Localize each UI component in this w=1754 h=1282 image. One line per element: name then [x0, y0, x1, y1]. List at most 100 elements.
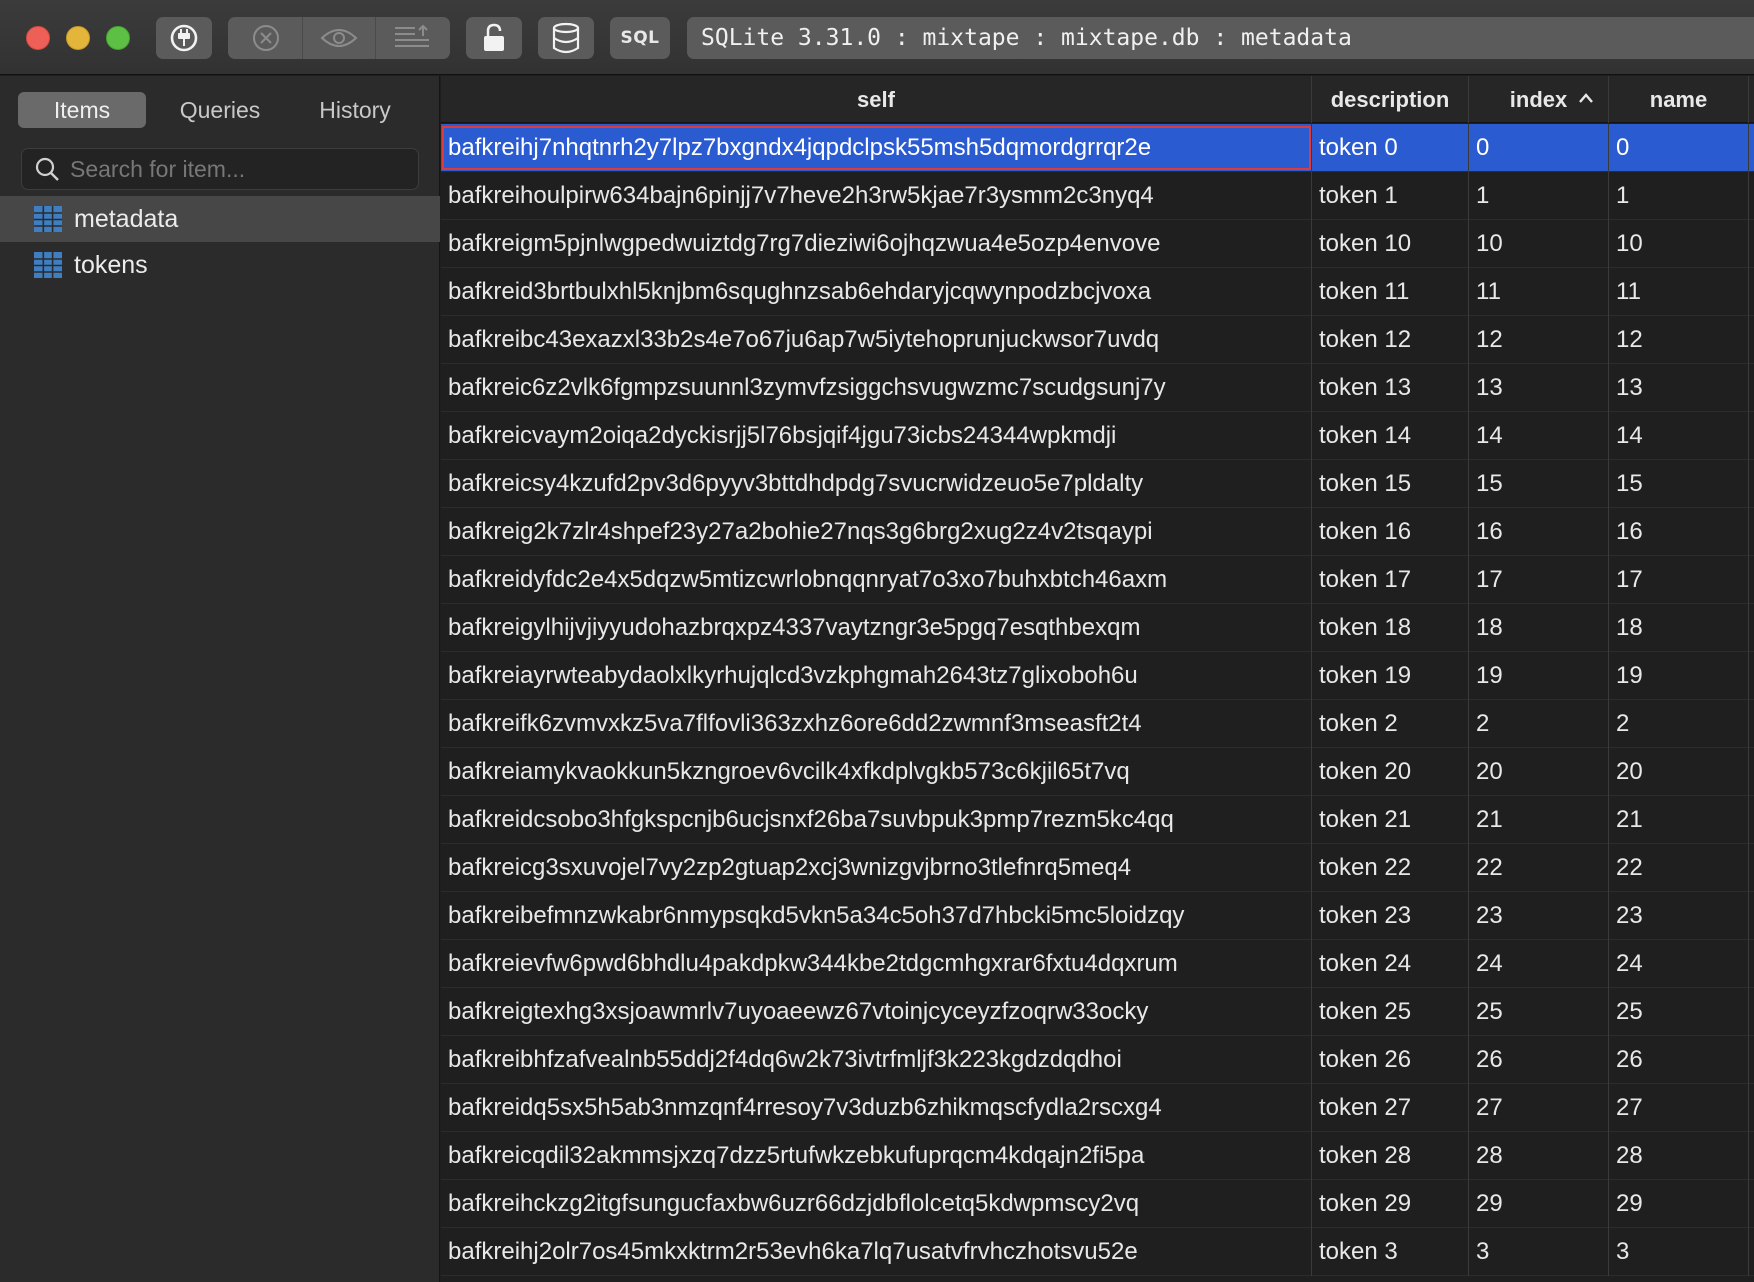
- cell-name[interactable]: 20: [1609, 748, 1749, 796]
- cell-self[interactable]: bafkreifk6zvmvxkz5va7flfovli363zxhz6ore6…: [441, 700, 1312, 748]
- cell-description[interactable]: token 15: [1312, 460, 1469, 508]
- cell-index[interactable]: 2: [1469, 700, 1609, 748]
- cell-self[interactable]: bafkreidyfdc2e4x5dqzw5mtizcwrlobnqqnryat…: [441, 556, 1312, 604]
- zoom-window-button[interactable]: [106, 26, 130, 50]
- cell-description[interactable]: token 23: [1312, 892, 1469, 940]
- cell-name[interactable]: 17: [1609, 556, 1749, 604]
- column-header-index[interactable]: index: [1469, 76, 1609, 123]
- cell-index[interactable]: 21: [1469, 796, 1609, 844]
- table-row[interactable]: bafkreihckzg2itgfsungucfaxbw6uzr66dzjdbf…: [441, 1180, 1754, 1228]
- table-row[interactable]: bafkreiamykvaokkun5kzngroev6vcilk4xfkdpl…: [441, 748, 1754, 796]
- cell-name[interactable]: 18: [1609, 604, 1749, 652]
- table-row[interactable]: bafkreigtexhg3xsjoawmrlv7uyoaeewz67vtoin…: [441, 988, 1754, 1036]
- cell-self[interactable]: bafkreihoulpirw634bajn6pinjj7v7heve2h3rw…: [441, 172, 1312, 220]
- table-row-selected[interactable]: bafkreihj7nhqtnrh2y7lpz7bxgndx4jqpdclpsk…: [441, 124, 1754, 172]
- cell-description[interactable]: token 20: [1312, 748, 1469, 796]
- table-row[interactable]: bafkreicqdil32akmmsjxzq7dzz5rtufwkzebkuf…: [441, 1132, 1754, 1180]
- cell-self[interactable]: bafkreicg3sxuvojel7vy2zp2gtuap2xcj3wnizg…: [441, 844, 1312, 892]
- cell-self[interactable]: bafkreigylhijvjiyyudohazbrqxpz4337vaytzn…: [441, 604, 1312, 652]
- table-row[interactable]: bafkreigm5pjnlwgpedwuiztdg7rg7dieziwi6oj…: [441, 220, 1754, 268]
- table-row[interactable]: bafkreicvaym2oiqa2dyckisrjj5l76bsjqif4jg…: [441, 412, 1754, 460]
- cell-index[interactable]: 17: [1469, 556, 1609, 604]
- table-row[interactable]: bafkreidq5sx5h5ab3nmzqnf4rresoy7v3duzb6z…: [441, 1084, 1754, 1132]
- cell-name[interactable]: 1: [1609, 172, 1749, 220]
- cell-description[interactable]: token 1: [1312, 172, 1469, 220]
- cell-index[interactable]: 24: [1469, 940, 1609, 988]
- cell-description[interactable]: token 3: [1312, 1228, 1469, 1276]
- cell-self[interactable]: bafkreicqdil32akmmsjxzq7dzz5rtufwkzebkuf…: [441, 1132, 1312, 1180]
- cell-self[interactable]: bafkreigtexhg3xsjoawmrlv7uyoaeewz67vtoin…: [441, 988, 1312, 1036]
- preview-button[interactable]: [303, 17, 376, 59]
- table-row[interactable]: bafkreig2k7zlr4shpef23y27a2bohie27nqs3g6…: [441, 508, 1754, 556]
- cell-description[interactable]: token 28: [1312, 1132, 1469, 1180]
- sidebar-item-tokens[interactable]: tokens: [0, 242, 440, 288]
- cell-self[interactable]: bafkreihj2olr7os45mkxktrm2r53evh6ka7lq7u…: [441, 1228, 1312, 1276]
- cell-self[interactable]: bafkreidq5sx5h5ab3nmzqnf4rresoy7v3duzb6z…: [441, 1084, 1312, 1132]
- table-row[interactable]: bafkreievfw6pwd6bhdlu4pakdpkw344kbe2tdgc…: [441, 940, 1754, 988]
- cell-description[interactable]: token 27: [1312, 1084, 1469, 1132]
- cell-name[interactable]: 27: [1609, 1084, 1749, 1132]
- table-row[interactable]: bafkreiayrwteabydaolxlkyrhujqlcd3vzkphgm…: [441, 652, 1754, 700]
- cell-name[interactable]: 26: [1609, 1036, 1749, 1084]
- cell-index[interactable]: 0: [1469, 124, 1609, 172]
- cell-description[interactable]: token 21: [1312, 796, 1469, 844]
- cell-name[interactable]: 10: [1609, 220, 1749, 268]
- cell-index[interactable]: 22: [1469, 844, 1609, 892]
- cell-self[interactable]: bafkreiayrwteabydaolxlkyrhujqlcd3vzkphgm…: [441, 652, 1312, 700]
- cell-index[interactable]: 26: [1469, 1036, 1609, 1084]
- cell-name[interactable]: 2: [1609, 700, 1749, 748]
- cell-self[interactable]: bafkreig2k7zlr4shpef23y27a2bohie27nqs3g6…: [441, 508, 1312, 556]
- cell-self[interactable]: bafkreid3brtbulxhl5knjbm6squghnzsab6ehda…: [441, 268, 1312, 316]
- lock-button[interactable]: [466, 17, 522, 59]
- cell-description[interactable]: token 2: [1312, 700, 1469, 748]
- column-header-name[interactable]: name: [1609, 76, 1749, 123]
- cell-name[interactable]: 11: [1609, 268, 1749, 316]
- cell-name[interactable]: 13: [1609, 364, 1749, 412]
- cell-self[interactable]: bafkreic6z2vlk6fgmpzsuunnl3zymvfzsiggchs…: [441, 364, 1312, 412]
- table-row[interactable]: bafkreihj2olr7os45mkxktrm2r53evh6ka7lq7u…: [441, 1228, 1754, 1276]
- cell-name[interactable]: 15: [1609, 460, 1749, 508]
- cell-description[interactable]: token 17: [1312, 556, 1469, 604]
- table-row[interactable]: bafkreidyfdc2e4x5dqzw5mtizcwrlobnqqnryat…: [441, 556, 1754, 604]
- cell-description[interactable]: token 12: [1312, 316, 1469, 364]
- cell-index[interactable]: 14: [1469, 412, 1609, 460]
- cell-description[interactable]: token 10: [1312, 220, 1469, 268]
- cell-description[interactable]: token 14: [1312, 412, 1469, 460]
- cell-index[interactable]: 16: [1469, 508, 1609, 556]
- table-row[interactable]: bafkreihoulpirw634bajn6pinjj7v7heve2h3rw…: [441, 172, 1754, 220]
- cell-description[interactable]: token 24: [1312, 940, 1469, 988]
- cell-name[interactable]: 23: [1609, 892, 1749, 940]
- table-row[interactable]: bafkreicsy4kzufd2pv3d6pyyv3bttdhdpdg7svu…: [441, 460, 1754, 508]
- cell-self[interactable]: bafkreicsy4kzufd2pv3d6pyyv3bttdhdpdg7svu…: [441, 460, 1312, 508]
- cell-index[interactable]: 29: [1469, 1180, 1609, 1228]
- close-connection-button[interactable]: [230, 17, 303, 59]
- cell-description[interactable]: token 11: [1312, 268, 1469, 316]
- tab-items[interactable]: Items: [18, 92, 146, 128]
- cell-self[interactable]: bafkreigm5pjnlwgpedwuiztdg7rg7dieziwi6oj…: [441, 220, 1312, 268]
- export-button[interactable]: [376, 17, 449, 59]
- cell-index[interactable]: 19: [1469, 652, 1609, 700]
- table-row[interactable]: bafkreid3brtbulxhl5knjbm6squghnzsab6ehda…: [441, 268, 1754, 316]
- cell-description[interactable]: token 29: [1312, 1180, 1469, 1228]
- cell-description[interactable]: token 0: [1312, 124, 1469, 172]
- cell-index[interactable]: 20: [1469, 748, 1609, 796]
- cell-name[interactable]: 12: [1609, 316, 1749, 364]
- cell-name[interactable]: 29: [1609, 1180, 1749, 1228]
- cell-name[interactable]: 16: [1609, 508, 1749, 556]
- cell-description[interactable]: token 22: [1312, 844, 1469, 892]
- table-row[interactable]: bafkreigylhijvjiyyudohazbrqxpz4337vaytzn…: [441, 604, 1754, 652]
- cell-index[interactable]: 10: [1469, 220, 1609, 268]
- table-row[interactable]: bafkreibhfzafvealnb55ddj2f4dq6w2k73ivtrf…: [441, 1036, 1754, 1084]
- tab-history[interactable]: History: [295, 92, 415, 128]
- cell-name[interactable]: 0: [1609, 124, 1749, 172]
- sidebar-item-metadata[interactable]: metadata: [0, 196, 440, 242]
- cell-description[interactable]: token 13: [1312, 364, 1469, 412]
- table-row[interactable]: bafkreidcsobo3hfgkspcnjb6ucjsnxf26ba7suv…: [441, 796, 1754, 844]
- minimize-window-button[interactable]: [66, 26, 90, 50]
- database-button[interactable]: [538, 17, 594, 59]
- cell-self[interactable]: bafkreihj7nhqtnrh2y7lpz7bxgndx4jqpdclpsk…: [441, 124, 1312, 172]
- cell-description[interactable]: token 16: [1312, 508, 1469, 556]
- cell-name[interactable]: 14: [1609, 412, 1749, 460]
- cell-description[interactable]: token 26: [1312, 1036, 1469, 1084]
- cell-index[interactable]: 18: [1469, 604, 1609, 652]
